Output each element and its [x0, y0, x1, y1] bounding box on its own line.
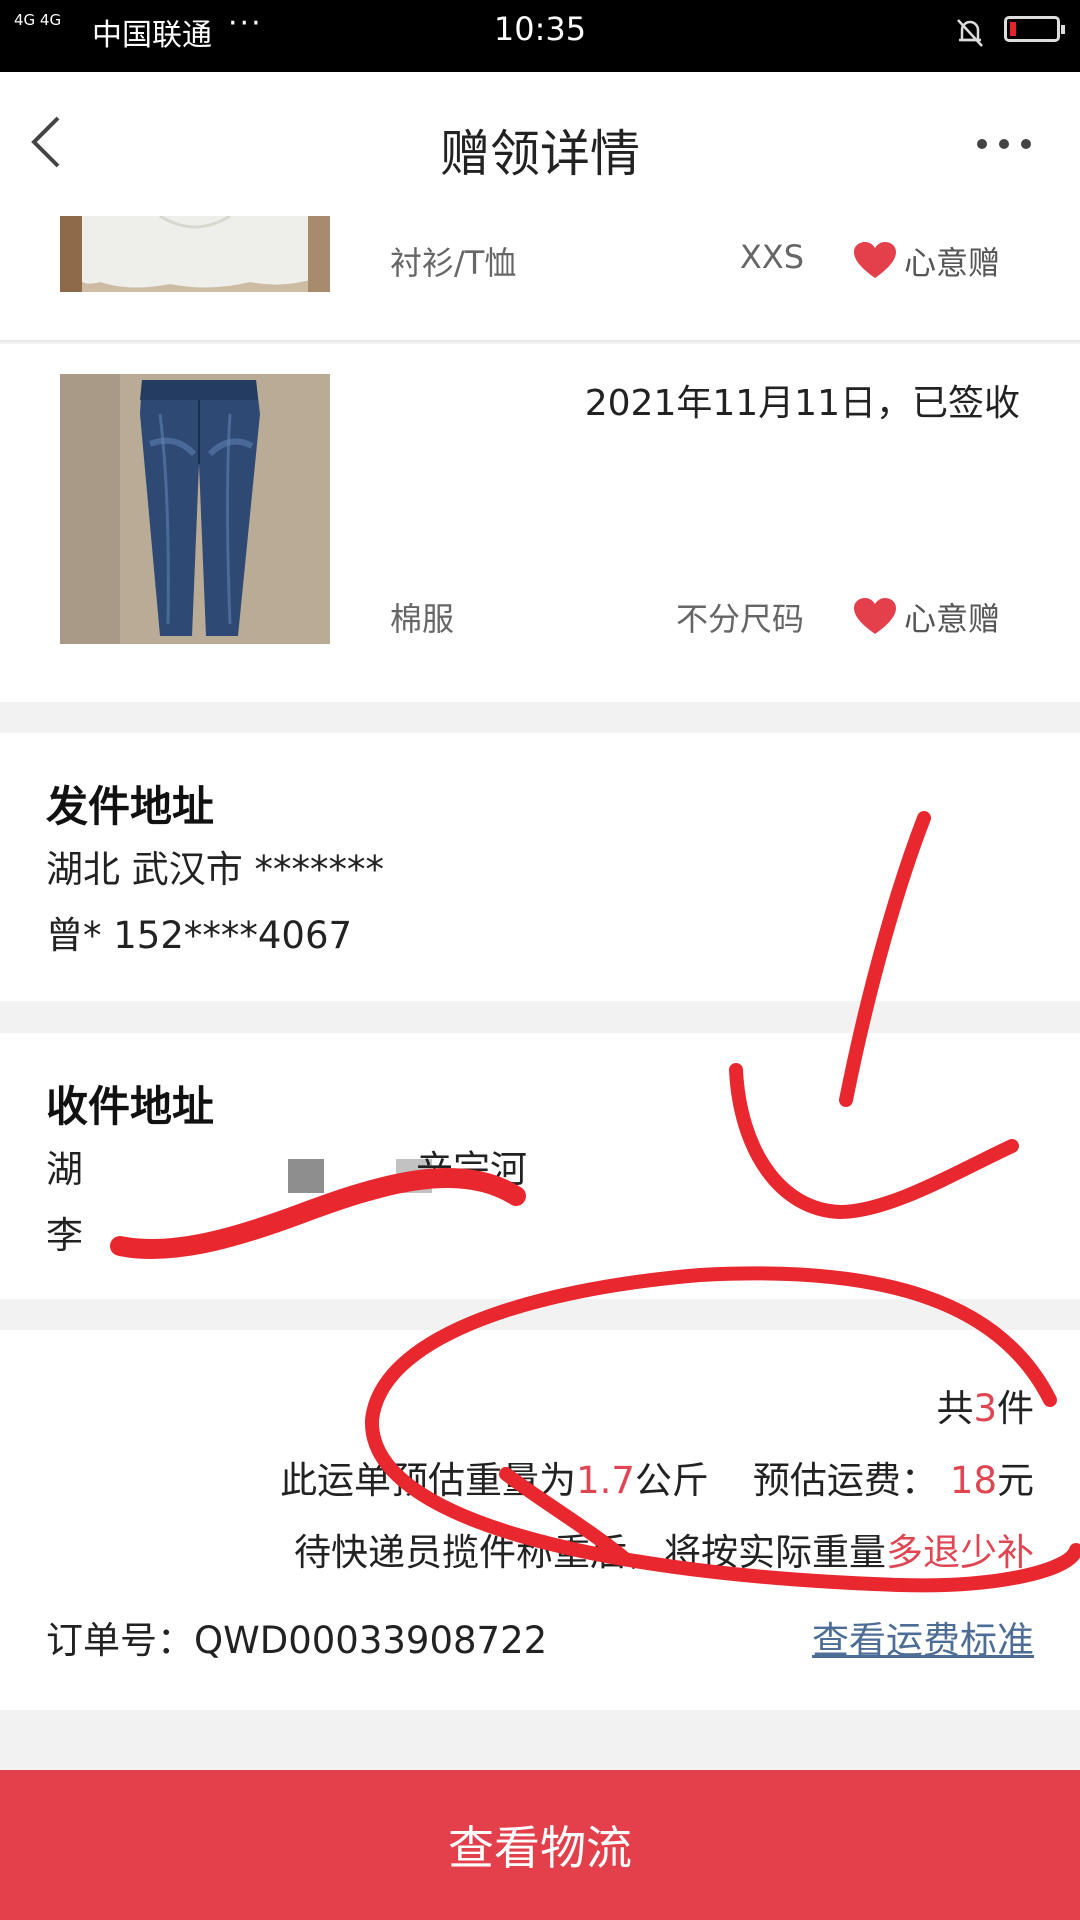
- receiver-address-section: 收件地址 湖 辛宗河 李: [0, 1033, 1080, 1299]
- weight-and-fee: 此运单预估重量为1.7公斤 预估运费： 18元: [280, 1459, 1034, 1502]
- heart-icon: [854, 242, 896, 278]
- nav-bar: 赠领详情: [0, 72, 1080, 212]
- delivery-status: 2021年11月11日，已签收: [584, 383, 1020, 424]
- section-title: 发件地址: [46, 782, 215, 831]
- item-count: 共3件: [936, 1387, 1034, 1430]
- heart-icon: [854, 598, 896, 634]
- clock: 10:35: [493, 10, 587, 48]
- gift-tag-label: 心意赠: [904, 244, 1001, 282]
- receiver-contact-prefix: 李: [46, 1214, 83, 1257]
- receiver-address-prefix: 湖: [46, 1148, 83, 1191]
- fee-note: 待快递员揽件称重后，将按实际重量多退少补: [294, 1531, 1034, 1574]
- receiver-address-suffix: 辛宗河: [416, 1148, 527, 1191]
- redaction-block: [288, 1159, 324, 1193]
- item-category: 棉服: [390, 600, 455, 638]
- item-size: 不分尺码: [675, 600, 804, 638]
- gift-tag: 心意赠: [854, 594, 1000, 640]
- section-title: 收件地址: [46, 1082, 215, 1131]
- more-options-icon[interactable]: [974, 134, 1034, 154]
- item-thumbnail: [60, 216, 330, 292]
- sender-address: 湖北 武汉市 *******: [46, 848, 385, 891]
- order-number: 订单号：QWD00033908722: [46, 1619, 548, 1662]
- gift-tag: 心意赠: [854, 238, 1000, 284]
- status-bar: 4G 4G 中国联通 ··· 10:35: [0, 0, 1080, 72]
- item-size: XXS: [739, 238, 804, 276]
- bell-muted-icon: [957, 19, 983, 47]
- gift-tag-label: 心意赠: [904, 600, 1001, 638]
- fee-standard-link[interactable]: 查看运费标准: [812, 1610, 1034, 1664]
- sender-address-section: 发件地址 湖北 武汉市 ******* 曾* 152****4067: [0, 733, 1080, 1001]
- item-thumbnail: [60, 374, 330, 644]
- item-category: 衬衫/T恤: [390, 244, 517, 282]
- page-title: 赠领详情: [440, 125, 640, 183]
- item-card[interactable]: 2021年11月11日，已签收 棉服 不分尺码 心意赠: [0, 344, 1080, 702]
- item-card[interactable]: 衬衫/T恤 XXS 心意赠: [0, 212, 1080, 342]
- sender-contact: 曾* 152****4067: [46, 914, 353, 957]
- view-logistics-button[interactable]: 查看物流: [0, 1770, 1080, 1920]
- battery-icon: [1004, 16, 1065, 42]
- order-summary: 共3件 此运单预估重量为1.7公斤 预估运费： 18元 待快递员揽件称重后，将按实际…: [0, 1330, 1080, 1710]
